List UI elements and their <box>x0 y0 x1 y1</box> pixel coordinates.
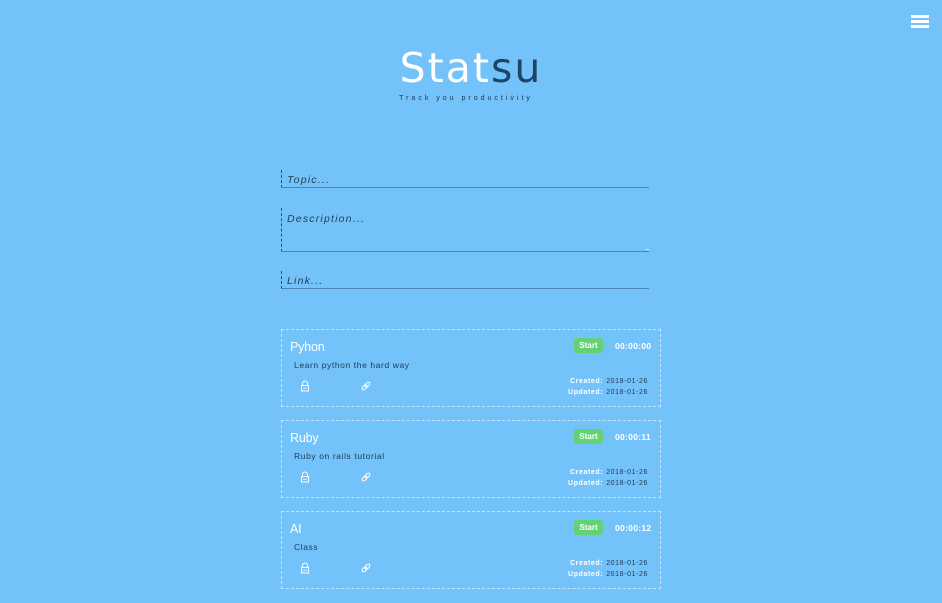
task-timer: 00:00:12 <box>615 523 652 533</box>
task-description: Class <box>294 542 319 552</box>
link-placeholder: Link... <box>287 275 324 287</box>
topic-input[interactable]: Topic... <box>281 170 649 188</box>
task-title: AI <box>290 522 302 536</box>
lock-icon[interactable] <box>300 471 310 483</box>
created-label: Created: <box>569 469 604 476</box>
created-date: 2018-01-26 <box>606 469 648 476</box>
task-timer: 00:00:00 <box>615 341 652 351</box>
hamburger-menu-button[interactable] <box>911 15 929 30</box>
logo-text-stat: Stat <box>399 44 491 92</box>
updated-date: 2018-01-26 <box>606 389 648 396</box>
created-row: Created: 2018-01-26 <box>570 469 648 476</box>
task-card: AI Class Start 00:00:12 Created: 2018-01-… <box>281 511 661 589</box>
task-card: Pyhon Learn python the hard way Start 00… <box>281 329 661 407</box>
created-row: Created: 2018-01-26 <box>570 560 648 567</box>
created-label: Created: <box>569 378 604 385</box>
start-button[interactable]: Start <box>574 520 603 535</box>
created-row: Created: 2018-01-26 <box>570 378 648 385</box>
updated-row: Updated: 2018-01-26 <box>568 480 648 487</box>
task-card: Ruby Ruby on rails tutorial Start 00:00:… <box>281 420 661 498</box>
created-date: 2018-01-26 <box>606 378 648 385</box>
hamburger-menu-icon <box>911 15 929 18</box>
updated-date: 2018-01-26 <box>606 480 648 487</box>
hamburger-line <box>911 20 929 23</box>
updated-label: Updated: <box>568 480 604 487</box>
lock-icon[interactable] <box>300 380 310 392</box>
description-placeholder: Description... <box>287 213 366 225</box>
app-logo: Statsu <box>0 44 942 92</box>
updated-row: Updated: 2018-01-26 <box>568 571 648 578</box>
created-label: Created: <box>569 560 604 567</box>
tagline: Track you productivity <box>399 95 533 102</box>
hamburger-line <box>911 25 929 28</box>
link-icon[interactable] <box>361 562 371 574</box>
lock-icon[interactable] <box>300 562 310 574</box>
task-title: Pyhon <box>290 340 325 354</box>
logo-text-su: su <box>490 44 543 92</box>
resize-handle-icon[interactable] <box>646 247 649 250</box>
created-date: 2018-01-26 <box>606 560 648 567</box>
start-button[interactable]: Start <box>574 338 603 353</box>
task-description: Ruby on rails tutorial <box>294 451 385 461</box>
link-icon[interactable] <box>361 471 371 483</box>
start-button[interactable]: Start <box>574 429 603 444</box>
task-timer: 00:00:11 <box>615 432 651 442</box>
topic-placeholder: Topic... <box>287 174 331 186</box>
link-input[interactable]: Link... <box>281 271 649 289</box>
task-title: Ruby <box>290 431 319 445</box>
updated-row: Updated: 2018-01-26 <box>568 389 648 396</box>
task-description: Learn python the hard way <box>294 360 410 370</box>
link-icon[interactable] <box>361 380 371 392</box>
updated-label: Updated: <box>568 571 604 578</box>
description-textarea[interactable]: Description... <box>281 208 649 252</box>
updated-date: 2018-01-26 <box>606 571 648 578</box>
updated-label: Updated: <box>568 389 604 396</box>
